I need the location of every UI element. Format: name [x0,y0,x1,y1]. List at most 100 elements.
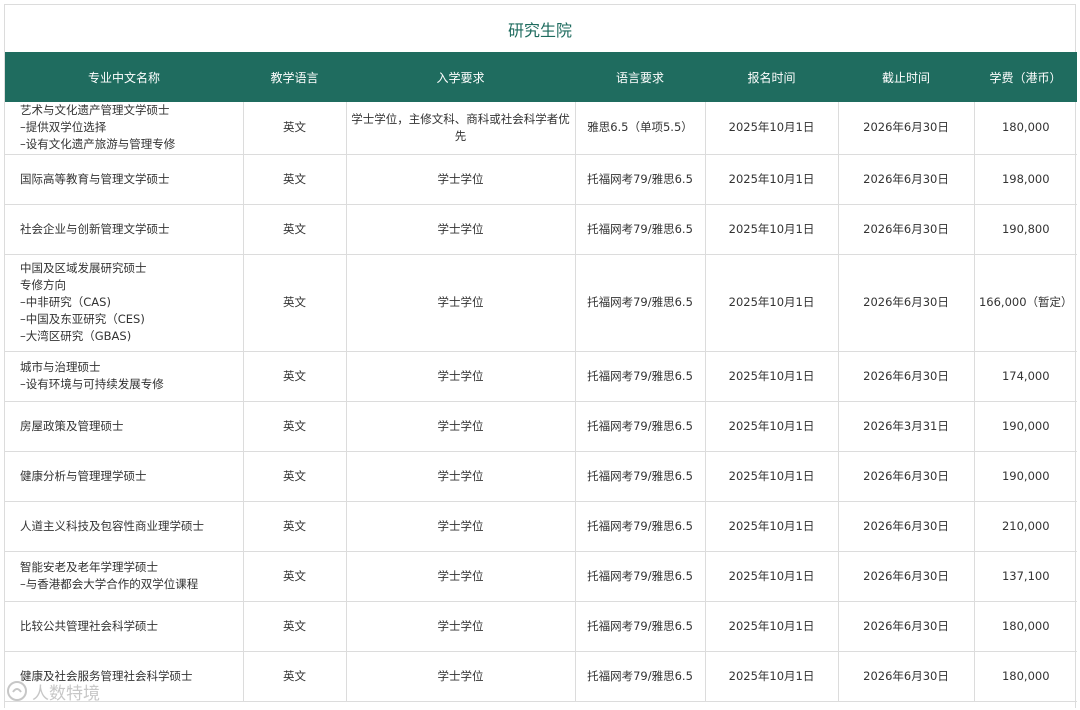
program-name: 健康及社会服务管理社会科学硕士 [20,668,193,683]
teaching-language-cell: 英文 [243,204,347,255]
table-row: 健康及社会服务管理社会科学硕士 英文 学士学位 托福网考79/雅思6.5 2025年10… [5,651,1077,702]
tuition-cell: 190,000 [974,451,1077,502]
language-requirement-cell: 托福网考79/雅思6.5 [575,451,706,502]
deadline-cell: 2026年3月31日 [838,401,975,452]
teaching-language-cell: 英文 [243,451,347,502]
program-name: 房屋政策及管理硕士 [20,418,124,433]
table-row: 健康分析与管理理学硕士 英文 学士学位 托福网考79/雅思6.5 2025年10月1日 2… [5,451,1077,502]
program-name-cell: 社会企业与创新管理文学硕士 [5,204,244,255]
tuition-cell: 190,800 [974,204,1077,255]
program-note: –设有文化遗产旅游与管理专修 [20,137,176,152]
program-name-cell: 比较公共管理社会科学硕士 [5,601,244,652]
application-open-cell: 2025年10月1日 [705,501,839,552]
col-header-tuition: 学费（港币） [974,52,1077,102]
language-requirement-cell: 托福网考79/雅思6.5 [575,651,706,702]
admission-requirement-cell: 学士学位 [346,651,576,702]
tuition-cell: 174,000 [974,351,1077,402]
program-name-cell: 房屋政策及管理硕士 [5,401,244,452]
deadline-cell: 2026年6月30日 [838,154,975,205]
admission-requirement-cell: 学士学位 [346,254,576,352]
tuition-cell: 190,000 [974,401,1077,452]
language-requirement-cell: 托福网考79/雅思6.5 [575,401,706,452]
application-open-cell: 2025年10月1日 [705,154,839,205]
teaching-language-cell: 英文 [243,651,347,702]
program-name-cell: 中国及区域发展研究硕士 专修方向 –中非研究（CAS) –中国及东亚研究（CES) –大… [5,254,244,352]
col-header-language-requirement: 语言要求 [575,52,705,102]
program-name: 健康分析与管理理学硕士 [20,468,147,483]
deadline-cell: 2026年6月30日 [838,601,975,652]
admission-requirement-cell: 学士学位 [346,204,576,255]
language-requirement-cell: 托福网考79/雅思6.5 [575,601,706,652]
admission-requirement-cell: 学士学位 [346,401,576,452]
program-name-cell: 艺术与文化遗产管理文学硕士 –提供双学位选择 –设有文化遗产旅游与管理专修 [5,102,244,155]
col-header-teaching-language: 教学语言 [243,52,346,102]
admission-requirement-cell: 学士学位，主修文科、商科或社会科学者优先 [346,102,576,155]
program-name: 国际高等教育与管理文学硕士 [20,171,170,186]
program-note: –提供双学位选择 [20,120,107,135]
table-header-row: 专业中文名称 教学语言 入学要求 语言要求 报名时间 截止时间 学费（港币） [5,52,1077,102]
table-row: 艺术与文化遗产管理文学硕士 –提供双学位选择 –设有文化遗产旅游与管理专修 英文 学士学… [5,102,1077,155]
tuition-cell: 166,000（暂定） [974,254,1077,352]
language-requirement-cell: 托福网考79/雅思6.5 [575,254,706,352]
deadline-cell: 2026年6月30日 [838,254,975,352]
teaching-language-cell: 英文 [243,601,347,652]
table-row: 社会企业与创新管理文学硕士 英文 学士学位 托福网考79/雅思6.5 2025年10月1… [5,204,1077,255]
teaching-language-cell: 英文 [243,154,347,205]
program-note: –中国及东亚研究（CES) [20,312,145,326]
tuition-cell: 210,000 [974,501,1077,552]
table-row: 人道主义科技及包容性商业理学硕士 英文 学士学位 托福网考79/雅思6.5 2025年1… [5,501,1077,552]
program-name: 城市与治理硕士 [20,360,101,374]
deadline-cell: 2026年6月30日 [838,551,975,602]
table-row: 中国及区域发展研究硕士 专修方向 –中非研究（CAS) –中国及东亚研究（CES) –大… [5,254,1077,352]
col-header-program-name: 专业中文名称 [5,52,243,102]
program-note: 专修方向 [20,278,66,292]
application-open-cell: 2025年10月1日 [705,601,839,652]
program-note: –中非研究（CAS) [20,295,111,309]
teaching-language-cell: 英文 [243,551,347,602]
program-name: 社会企业与创新管理文学硕士 [20,221,170,236]
deadline-cell: 2026年6月30日 [838,204,975,255]
table-row: 比较公共管理社会科学硕士 英文 学士学位 托福网考79/雅思6.5 2025年10月1日… [5,601,1077,652]
language-requirement-cell: 托福网考79/雅思6.5 [575,501,706,552]
application-open-cell: 2025年10月1日 [705,551,839,602]
program-name: 比较公共管理社会科学硕士 [20,618,158,633]
program-name: 人道主义科技及包容性商业理学硕士 [20,518,204,533]
language-requirement-cell: 雅思6.5（单项5.5） [575,102,706,155]
program-name-cell: 城市与治理硕士 –设有环境与可持续发展专修 [5,351,244,402]
program-name-cell: 人道主义科技及包容性商业理学硕士 [5,501,244,552]
admission-requirement-cell: 学士学位 [346,501,576,552]
table-row: 城市与治理硕士 –设有环境与可持续发展专修 英文 学士学位 托福网考79/雅思6.5 20… [5,351,1077,402]
admission-requirement-cell: 学士学位 [346,551,576,602]
table-row: 国际高等教育与管理文学硕士 英文 学士学位 托福网考79/雅思6.5 2025年10月1… [5,154,1077,205]
program-note: –与香港都会大学合作的双学位课程 [20,577,199,591]
deadline-cell: 2026年6月30日 [838,501,975,552]
deadline-cell: 2026年6月30日 [838,351,975,402]
application-open-cell: 2025年10月1日 [705,351,839,402]
language-requirement-cell: 托福网考79/雅思6.5 [575,154,706,205]
deadline-cell: 2026年6月30日 [838,102,975,155]
language-requirement-cell: 托福网考79/雅思6.5 [575,551,706,602]
program-name-cell: 健康及社会服务管理社会科学硕士 [5,651,244,702]
program-name: 智能安老及老年学理学硕士 [20,560,158,574]
deadline-cell: 2026年6月30日 [838,651,975,702]
program-note: –设有环境与可持续发展专修 [20,377,164,391]
teaching-language-cell: 英文 [243,351,347,402]
admission-requirement-cell: 学士学位 [346,451,576,502]
program-name: 中国及区域发展研究硕士 [20,261,147,275]
col-header-admission-requirement: 入学要求 [346,52,575,102]
program-name: 艺术与文化遗产管理文学硕士 [20,103,170,118]
deadline-cell: 2026年6月30日 [838,451,975,502]
language-requirement-cell: 托福网考79/雅思6.5 [575,204,706,255]
admission-requirement-cell: 学士学位 [346,601,576,652]
page-title: 研究生院 [5,4,1075,52]
language-requirement-cell: 托福网考79/雅思6.5 [575,351,706,402]
application-open-cell: 2025年10月1日 [705,254,839,352]
program-name-cell: 健康分析与管理理学硕士 [5,451,244,502]
program-note: –大湾区研究（GBAS) [20,329,132,343]
tuition-cell: 180,000 [974,651,1077,702]
graduate-school-table-panel: 研究生院 专业中文名称 教学语言 入学要求 语言要求 报名时间 截止时间 学费（… [4,4,1077,708]
tuition-cell: 180,000 [974,601,1077,652]
application-open-cell: 2025年10月1日 [705,204,839,255]
col-header-application-open: 报名时间 [705,52,838,102]
application-open-cell: 2025年10月1日 [705,451,839,502]
